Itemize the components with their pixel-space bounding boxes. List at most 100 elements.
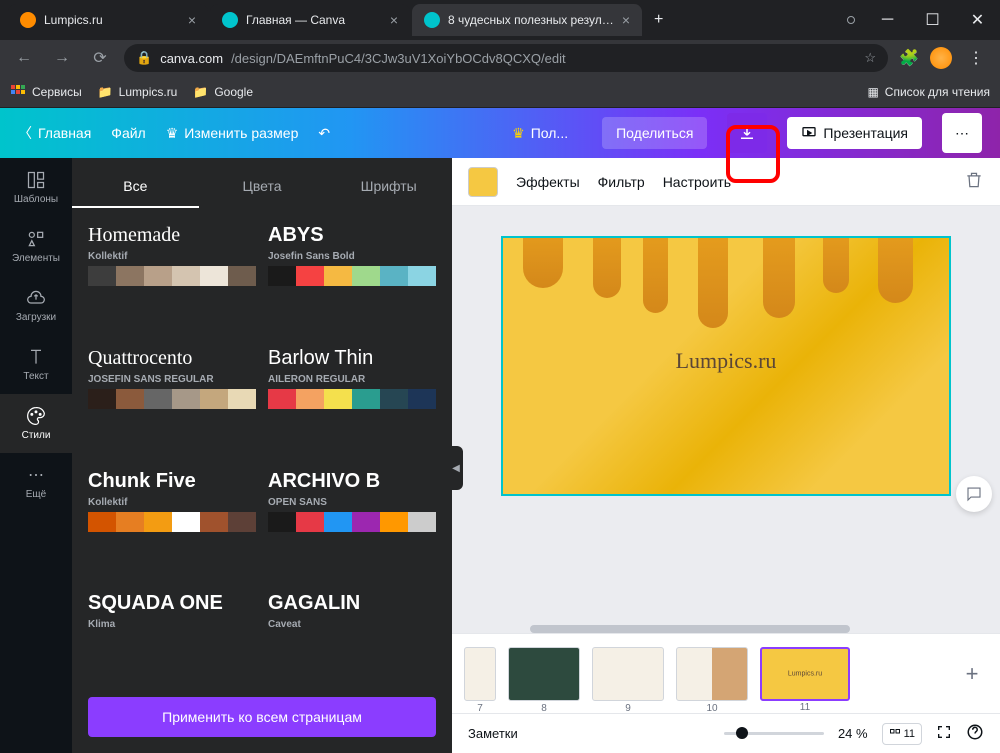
bookmark-google[interactable]: 📁 Google <box>193 85 253 99</box>
profile-avatar[interactable] <box>930 47 952 69</box>
sidebar-label: Элементы <box>12 253 60 264</box>
sidebar-label: Шаблоны <box>14 194 58 205</box>
more-context-button[interactable]: ⋯ <box>749 173 763 190</box>
style-card-5[interactable]: ARCHIVO BOPEN SANS <box>268 470 436 581</box>
favicon-icon <box>222 12 238 28</box>
tab-title: Главная — Canva <box>246 13 382 27</box>
bookmark-lumpics[interactable]: 📁 Lumpics.ru <box>98 85 178 99</box>
zoom-value[interactable]: 24 % <box>838 726 868 741</box>
browser-tab-0[interactable]: Lumpics.ru × <box>8 4 208 36</box>
zoom-slider[interactable] <box>724 732 824 735</box>
crown-icon: ♛ <box>512 125 525 142</box>
fullscreen-button[interactable] <box>936 724 952 743</box>
style-subtitle: Kollektif <box>88 497 256 508</box>
style-subtitle: OPEN SANS <box>268 497 436 508</box>
new-tab-button[interactable]: + <box>644 7 673 33</box>
elements-icon <box>26 229 46 249</box>
resize-button[interactable]: ♛ Изменить размер <box>166 125 299 142</box>
page-thumb-9[interactable]: 9 <box>592 647 664 701</box>
extensions-icon[interactable]: 🧩 <box>898 47 920 69</box>
back-button[interactable]: ← <box>10 44 38 72</box>
help-icon <box>966 723 984 741</box>
present-button[interactable]: Презентация <box>787 117 922 149</box>
style-card-3[interactable]: Barlow ThinAILERON REGULAR <box>268 347 436 458</box>
forward-button[interactable]: → <box>48 44 76 72</box>
tab-colors[interactable]: Цвета <box>199 166 326 208</box>
close-icon[interactable]: × <box>622 12 630 28</box>
download-button[interactable] <box>727 113 767 153</box>
add-page-button[interactable]: + <box>956 658 988 690</box>
canvas-stage[interactable]: Lumpics.ru <box>452 206 1000 633</box>
reading-list-button[interactable]: ▦ Список для чтения <box>867 85 990 99</box>
home-label: Главная <box>38 125 91 141</box>
style-subtitle: Klima <box>88 619 256 630</box>
drips-graphic <box>503 236 949 358</box>
comment-icon <box>965 485 983 503</box>
tab-title: Lumpics.ru <box>44 13 180 27</box>
bookmark-label: Список для чтения <box>885 85 990 99</box>
present-icon <box>801 125 817 141</box>
fill-color-swatch[interactable] <box>468 167 498 197</box>
tab-search-icon[interactable] <box>847 16 855 24</box>
tab-all[interactable]: Все <box>72 166 199 208</box>
scrollbar-thumb[interactable] <box>530 625 850 633</box>
style-card-6[interactable]: SQUADA ONEKlima <box>88 592 256 679</box>
page-count-button[interactable]: 11 <box>882 723 922 745</box>
apply-all-button[interactable]: Применить ко всем страницам <box>88 697 436 737</box>
page-heading[interactable]: Lumpics.ru <box>676 348 777 374</box>
premium-button[interactable]: ♛ Пол... <box>498 117 582 150</box>
thumb-text: Lumpics.ru <box>788 670 822 677</box>
sidebar-item-more[interactable]: ⋯ Ещё <box>0 453 72 512</box>
sidebar-item-templates[interactable]: Шаблоны <box>0 158 72 217</box>
share-button[interactable]: Поделиться <box>602 117 707 149</box>
sidebar-item-uploads[interactable]: Загрузки <box>0 276 72 335</box>
close-icon[interactable]: × <box>188 12 196 28</box>
bookmark-services[interactable]: Сервисы <box>10 84 82 100</box>
effects-button[interactable]: Эффекты <box>516 174 580 190</box>
tab-fonts[interactable]: Шрифты <box>325 166 452 208</box>
sidebar-item-elements[interactable]: Элементы <box>0 217 72 276</box>
help-button[interactable] <box>966 723 984 744</box>
browser-menu-button[interactable]: ⋮ <box>962 44 990 72</box>
file-label: Файл <box>111 125 145 141</box>
styles-grid[interactable]: HomemadeKollektifABYSJosefin Sans BoldQu… <box>72 216 452 687</box>
horizontal-scrollbar[interactable] <box>480 625 982 635</box>
style-card-4[interactable]: Chunk FiveKollektif <box>88 470 256 581</box>
sidebar-item-styles[interactable]: Стили <box>0 394 72 453</box>
style-card-0[interactable]: HomemadeKollektif <box>88 224 256 335</box>
address-bar[interactable]: 🔒 canva.com/design/DAEmftnPuC4/3CJw3uV1X… <box>124 44 888 72</box>
browser-tabs: Lumpics.ru × Главная — Canva × 8 чудесны… <box>0 4 837 36</box>
style-card-2[interactable]: QuattrocentoJOSEFIN SANS REGULAR <box>88 347 256 458</box>
color-strip <box>88 266 256 286</box>
reload-button[interactable]: ⟳ <box>86 44 114 72</box>
comment-button[interactable] <box>956 476 992 512</box>
page-thumb-10[interactable]: 10 <box>676 647 748 701</box>
home-button[interactable]: 〈 Главная <box>18 123 91 143</box>
page-thumb-11[interactable]: Lumpics.ru11 <box>760 647 850 701</box>
tab-title: 8 чудесных полезных результа <box>448 13 614 27</box>
adjust-button[interactable]: Настроить <box>663 174 731 190</box>
minimize-button[interactable]: ─ <box>865 0 910 40</box>
file-menu[interactable]: Файл <box>111 125 145 141</box>
undo-button[interactable]: ↶ <box>318 125 330 142</box>
url-path: /design/DAEmftnPuC4/3CJw3uV1XoiYbOCdv8QC… <box>231 51 566 66</box>
more-options-button[interactable]: ⋯ <box>942 113 982 153</box>
filter-button[interactable]: Фильтр <box>598 174 645 190</box>
color-strip <box>268 512 436 532</box>
style-card-7[interactable]: GAGALINCaveat <box>268 592 436 679</box>
style-card-1[interactable]: ABYSJosefin Sans Bold <box>268 224 436 335</box>
page-thumb-7[interactable]: 7 <box>464 647 496 701</box>
sidebar-item-text[interactable]: Текст <box>0 335 72 394</box>
browser-tab-2[interactable]: 8 чудесных полезных результа × <box>412 4 642 36</box>
page-thumb-8[interactable]: 8 <box>508 647 580 701</box>
browser-tab-1[interactable]: Главная — Canva × <box>210 4 410 36</box>
close-button[interactable]: ✕ <box>955 0 1000 40</box>
design-page[interactable]: Lumpics.ru <box>501 236 951 496</box>
slider-thumb[interactable] <box>736 727 748 739</box>
close-icon[interactable]: × <box>390 12 398 28</box>
star-icon[interactable]: ☆ <box>864 50 876 66</box>
maximize-button[interactable]: ☐ <box>910 0 955 40</box>
more-icon: ⋯ <box>28 465 44 485</box>
notes-button[interactable]: Заметки <box>468 726 518 741</box>
delete-button[interactable] <box>964 170 984 193</box>
